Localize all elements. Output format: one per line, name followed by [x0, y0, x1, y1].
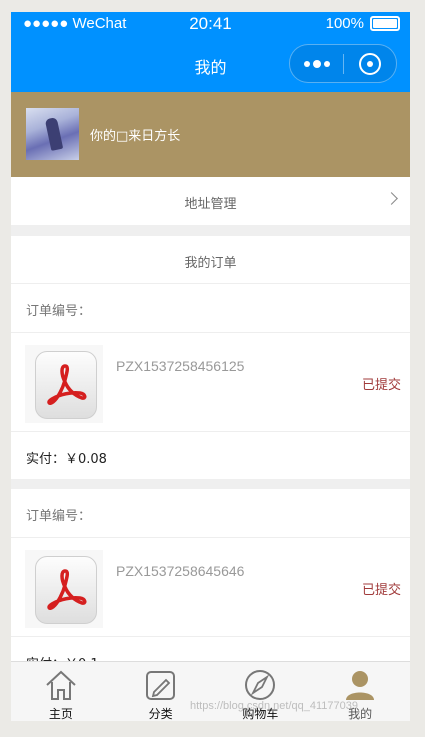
tab-home[interactable]: 主页: [11, 662, 111, 721]
pdf-icon: [25, 345, 103, 423]
home-icon: [46, 670, 76, 700]
order-status: 已提交: [361, 583, 401, 598]
watermark-text: https://blog.csdn.net/qq_41177039: [190, 700, 358, 712]
order-code: PZX1537258645646: [116, 563, 245, 579]
pdf-icon: [25, 550, 103, 628]
order-status: 已提交: [361, 378, 401, 393]
order-item-row[interactable]: PZX1537258456125 已提交: [11, 333, 410, 432]
phone-screen: ●●●●● WeChat 20:41 100% 我的 你的□来日方长 地址管理 …: [11, 12, 410, 721]
close-target-icon[interactable]: [344, 52, 396, 75]
profile-header: 你的□来日方长: [11, 92, 410, 177]
bottom-tab-bar: 主页 分类 购物车 我的: [11, 661, 410, 721]
order-item-row[interactable]: PZX1537258645646 已提交: [11, 538, 410, 637]
avatar: [26, 108, 79, 160]
order-number-label: 订单编号：: [26, 304, 92, 319]
order-number-row: 订单编号：: [11, 284, 410, 333]
battery-indicator: 100%: [326, 15, 400, 32]
battery-icon: [370, 16, 400, 31]
address-management-label: 地址管理: [184, 197, 237, 212]
order-paid-row: 实付：￥0.08: [11, 432, 410, 479]
navigation-bar: 我的: [11, 36, 410, 92]
address-management-row[interactable]: 地址管理: [11, 177, 410, 225]
mini-program-capsule: [289, 44, 397, 83]
category-icon: [145, 671, 175, 700]
user-icon: [346, 671, 375, 700]
tab-category[interactable]: 分类: [111, 662, 211, 721]
tab-home-label: 主页: [48, 707, 73, 721]
order-number-label: 订单编号：: [26, 509, 92, 524]
order-card: 订单编号： PZX1537258645646 已提交 实付：￥0.1: [11, 489, 410, 684]
my-orders-header: 我的订单: [11, 236, 410, 284]
status-bar: ●●●●● WeChat 20:41 100%: [11, 12, 410, 36]
tab-cart[interactable]: 购物车: [211, 662, 311, 721]
my-orders-title: 我的订单: [184, 256, 237, 271]
battery-percent: 100%: [325, 15, 364, 32]
compass-icon: [245, 670, 276, 700]
username: 你的□来日方长: [90, 129, 181, 144]
tab-mine[interactable]: 我的: [310, 662, 410, 721]
order-number-row: 订单编号：: [11, 489, 410, 538]
order-card: 订单编号： PZX1537258456125 已提交 实付：￥0.08: [11, 284, 410, 479]
more-icon[interactable]: [290, 45, 343, 82]
order-paid-amount: 实付：￥0.08: [26, 452, 107, 467]
order-code: PZX1537258456125: [116, 358, 245, 374]
